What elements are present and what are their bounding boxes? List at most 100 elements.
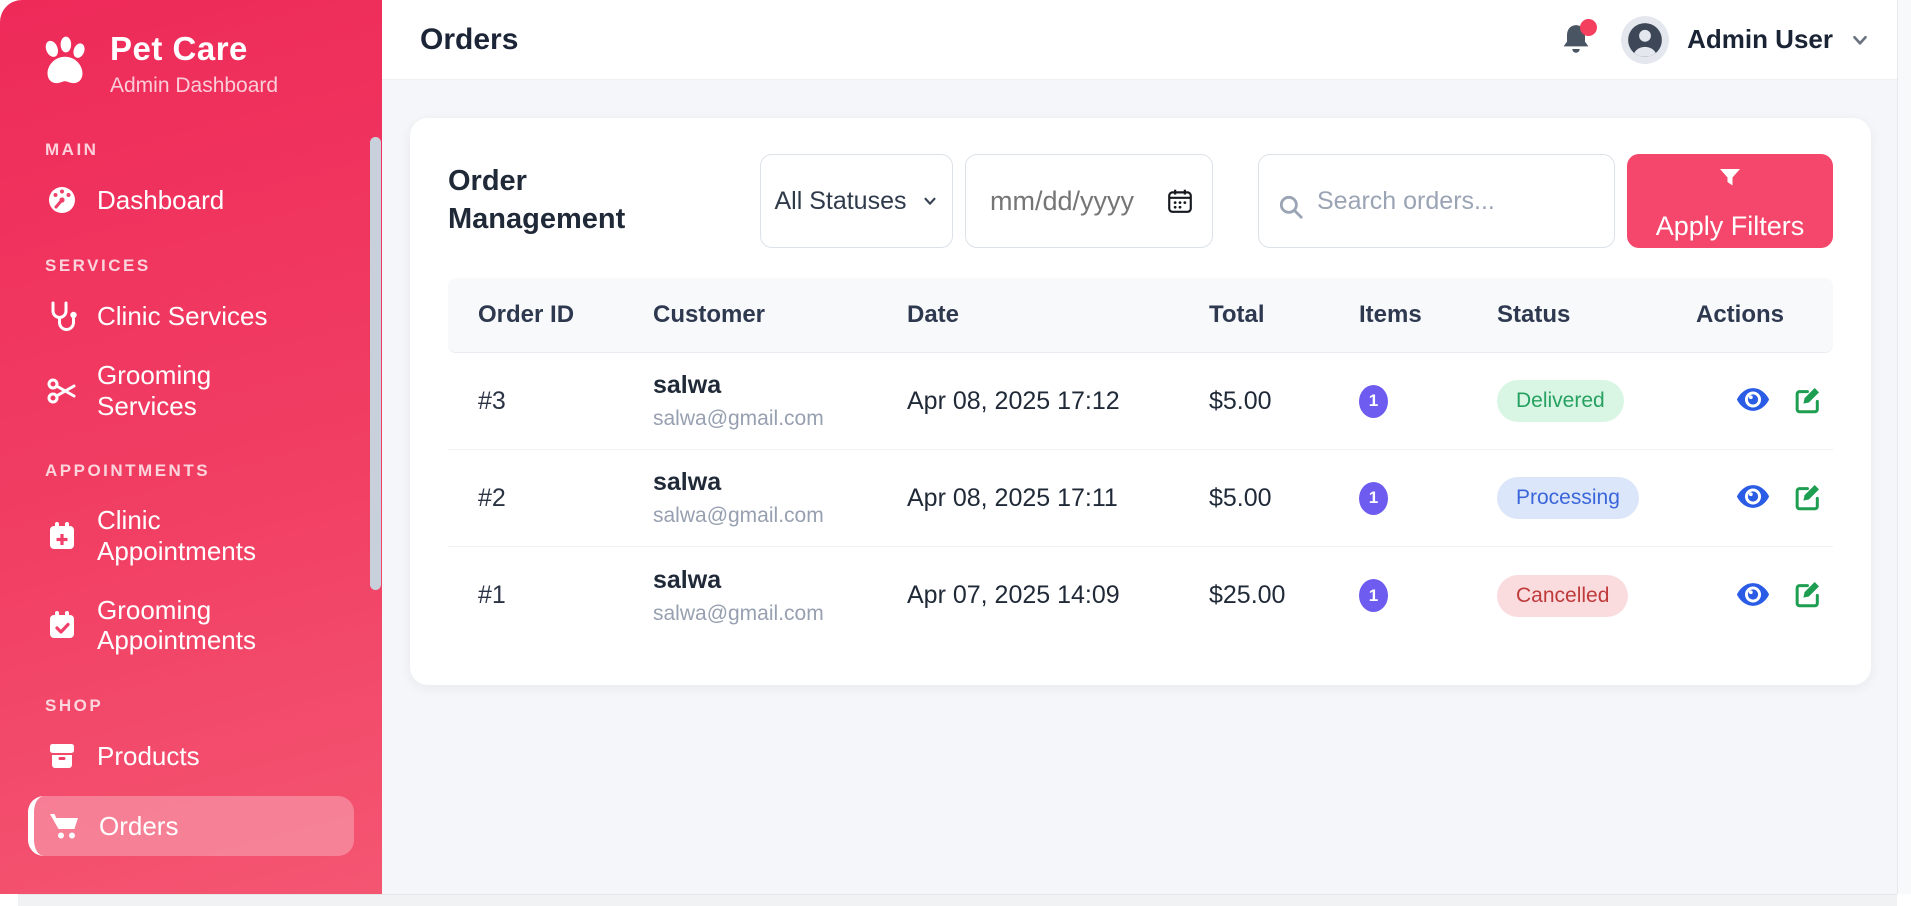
page-horizontal-scrollbar[interactable] [18,894,1897,906]
chevron-down-icon[interactable] [1849,29,1871,51]
table-row: #1 salwa salwa@gmail.com Apr 07, 2025 14… [448,547,1833,644]
user-name[interactable]: Admin User [1687,24,1833,55]
view-order-button[interactable] [1736,484,1770,512]
stethoscope-icon [46,300,78,332]
customer-email: salwa@gmail.com [653,504,907,528]
brand-subtitle: Admin Dashboard [110,74,278,98]
search-input[interactable] [1259,155,1614,247]
sidebar: Pet Care Admin Dashboard MAIN Dashboard … [0,0,382,894]
apply-filters-label: Apply Filters [1656,209,1805,244]
section-label-shop: SHOP [45,696,354,716]
order-id: #1 [448,581,653,610]
search-field [1258,154,1615,248]
items-count-badge: 1 [1359,482,1388,515]
edit-order-button[interactable] [1792,482,1822,515]
box-icon [46,740,78,772]
order-total: $25.00 [1209,581,1359,610]
edit-icon [1792,579,1822,612]
notifications-button[interactable] [1559,22,1595,58]
col-header-customer: Customer [653,301,907,329]
order-date: Apr 08, 2025 17:11 [907,484,1209,513]
brand-name: Pet Care [110,30,278,68]
sidebar-item-products[interactable]: Products [28,726,354,786]
table-row: #2 salwa salwa@gmail.com Apr 08, 2025 17… [448,450,1833,547]
top-header: Orders [382,0,1897,80]
col-header-actions: Actions [1696,301,1833,329]
section-label-appointments: APPOINTMENTS [45,461,354,481]
edit-order-button[interactable] [1792,579,1822,612]
cart-icon [48,810,80,842]
main-panel: Order Management All Statuses [382,80,1897,894]
customer-name: salwa [653,566,907,595]
notification-dot [1580,19,1597,36]
order-management-card: Order Management All Statuses [410,118,1871,685]
view-order-button[interactable] [1736,387,1770,415]
edit-order-button[interactable] [1792,385,1822,418]
funnel-icon [1718,164,1742,199]
sidebar-item-orders[interactable]: Orders [28,796,354,856]
filter-bar: Order Management All Statuses [448,154,1833,248]
edit-icon [1792,385,1822,418]
paw-icon [36,34,94,95]
sidebar-item-clinic-services[interactable]: Clinic Services [28,286,354,346]
col-header-items: Items [1359,301,1497,329]
status-badge: Cancelled [1497,575,1628,617]
view-order-button[interactable] [1736,582,1770,610]
orders-table: Order ID Customer Date Total Items Statu… [448,278,1833,644]
date-filter-field [965,154,1213,248]
apply-filters-button[interactable]: Apply Filters [1627,154,1833,248]
sidebar-item-label: Orders [99,811,178,842]
order-total: $5.00 [1209,484,1359,513]
items-count-badge: 1 [1359,579,1388,612]
sidebar-item-grooming-appointments[interactable]: Grooming Appointments [28,581,354,670]
scissors-icon [46,375,78,407]
status-badge: Processing [1497,477,1639,519]
customer-name: salwa [653,468,907,497]
section-label-services: SERVICES [45,256,354,276]
sidebar-item-label: Dashboard [97,185,224,216]
bell-icon [1559,45,1593,62]
brand: Pet Care Admin Dashboard [0,0,382,108]
table-header-row: Order ID Customer Date Total Items Statu… [448,278,1833,353]
items-count-badge: 1 [1359,385,1388,418]
sidebar-item-dashboard[interactable]: Dashboard [28,170,354,230]
sidebar-item-label: Grooming Appointments [97,595,309,656]
edit-icon [1792,482,1822,515]
content-area: Orders [382,0,1897,894]
calendar-check-icon [46,609,78,641]
order-id: #3 [448,387,653,416]
customer-name: salwa [653,371,907,400]
customer-email: salwa@gmail.com [653,602,907,626]
order-date: Apr 07, 2025 14:09 [907,581,1209,610]
status-filter-value: All Statuses [774,187,906,216]
status-badge: Delivered [1497,380,1624,422]
avatar[interactable] [1621,16,1669,64]
page-vertical-scrollbar[interactable] [1897,0,1911,894]
eye-icon [1736,582,1770,610]
sidebar-item-grooming-services[interactable]: Grooming Services [28,346,354,435]
sidebar-item-label: Clinic Appointments [97,505,309,566]
card-title: Order Management [448,163,678,238]
col-header-status: Status [1497,301,1696,329]
order-date: Apr 08, 2025 17:12 [907,387,1209,416]
gauge-icon [46,184,78,216]
sidebar-item-clinic-appointments[interactable]: Clinic Appointments [28,491,354,580]
page-title: Orders [420,23,518,57]
sidebar-item-label: Clinic Services [97,301,268,332]
search-icon [1277,193,1305,221]
order-id: #2 [448,484,653,513]
calendar-plus-icon [46,520,78,552]
order-total: $5.00 [1209,387,1359,416]
col-header-total: Total [1209,301,1359,329]
customer-email: salwa@gmail.com [653,407,907,431]
sidebar-nav: MAIN Dashboard SERVICES [0,108,382,856]
status-filter-select[interactable]: All Statuses [760,154,953,248]
sidebar-scrollbar-thumb[interactable] [370,137,381,590]
select-chevron-icon [921,192,939,210]
col-header-date: Date [907,301,1209,329]
eye-icon [1736,484,1770,512]
section-label-main: MAIN [45,140,354,160]
col-header-order-id: Order ID [448,301,653,329]
table-row: #3 salwa salwa@gmail.com Apr 08, 2025 17… [448,353,1833,450]
calendar-icon[interactable] [1166,187,1194,220]
